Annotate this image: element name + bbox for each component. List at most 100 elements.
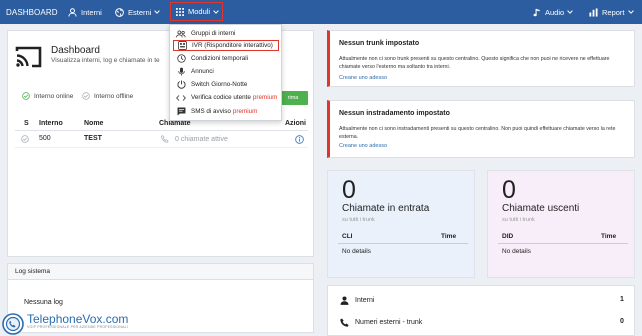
menu-item-label: Annunci bbox=[191, 68, 214, 75]
incoming-calls-sub: su tutti i trunk bbox=[342, 217, 375, 223]
grid-icon bbox=[176, 7, 184, 16]
switch-icon bbox=[176, 80, 186, 89]
nav-moduli[interactable]: Moduli bbox=[170, 2, 223, 21]
create-trunk-link[interactable]: Creane uno adesso bbox=[339, 75, 387, 81]
divider bbox=[498, 243, 628, 244]
divider bbox=[15, 147, 308, 148]
summary-label: Interni bbox=[355, 297, 375, 304]
code-icon bbox=[176, 94, 186, 102]
menu-item-label: Condizioni temporali bbox=[191, 55, 249, 62]
menu-item-annunci[interactable]: Annunci bbox=[173, 66, 279, 77]
top-navbar: DASHBOARD Interni Esterni Moduli Audio R… bbox=[0, 0, 642, 24]
menu-item-label: IVR (Risponditore interattivo) bbox=[192, 42, 273, 49]
group-icon bbox=[176, 29, 186, 38]
divider bbox=[15, 130, 308, 131]
menu-item-label: Gruppi di interni bbox=[191, 30, 236, 37]
col-header-nome: Nome bbox=[84, 120, 104, 127]
menu-item-verifica-codice-utente[interactable]: Verifica codice utente premium bbox=[173, 92, 279, 103]
nav-esterni[interactable]: Esterni bbox=[115, 0, 161, 24]
no-details-text: No details bbox=[502, 248, 531, 255]
cell-nome: TEST bbox=[84, 135, 102, 142]
watermark-tagline: VOIP PROFESSIONALE PER AZIENDE PROFESSIO… bbox=[27, 325, 128, 329]
nav-report[interactable]: Report bbox=[589, 0, 634, 24]
microphone-icon bbox=[176, 67, 186, 76]
col-header-status: S bbox=[24, 120, 29, 127]
legend-offline: Interno offline bbox=[82, 92, 133, 100]
page-subtitle: Visualizza interni, log e chiamate in te bbox=[51, 57, 160, 64]
menu-item-label: SMS di avviso bbox=[191, 108, 231, 115]
telephonevox-logo-icon bbox=[2, 313, 24, 336]
incoming-calls-count: 0 bbox=[342, 176, 356, 204]
clock-icon bbox=[176, 54, 186, 63]
moduli-dropdown-menu: Gruppi di interni IVR (Risponditore inte… bbox=[169, 24, 282, 121]
outgoing-calls-sub: su tutti i trunk bbox=[502, 217, 535, 223]
legend-offline-label: Interno offline bbox=[94, 92, 134, 100]
status-offline-icon bbox=[21, 135, 29, 143]
ivr-icon bbox=[177, 41, 187, 50]
incoming-calls-card: 0 Chiamate in entrata su tutti i trunk C… bbox=[327, 170, 475, 278]
col-header-time: Time bbox=[601, 233, 617, 240]
summary-row-trunk: Numeri esterni - trunk bbox=[340, 318, 422, 327]
globe-icon bbox=[115, 7, 124, 17]
bar-chart-icon bbox=[589, 7, 598, 17]
menu-item-label: Switch Giorno-Notte bbox=[191, 81, 248, 88]
col-header-did: DID bbox=[502, 233, 514, 240]
outgoing-calls-label: Chiamate uscenti bbox=[502, 203, 580, 214]
col-header-azioni: Azioni bbox=[285, 120, 306, 127]
outgoing-calls-count: 0 bbox=[502, 176, 516, 204]
col-header-time: Time bbox=[441, 233, 457, 240]
summary-row-interni: Interni bbox=[340, 296, 374, 305]
brand-dashboard-link[interactable]: DASHBOARD bbox=[6, 0, 58, 24]
alert-title: Nessun trunk impostato bbox=[339, 40, 420, 47]
create-routing-link[interactable]: Creane uno adesso bbox=[339, 143, 387, 149]
summary-value: 0 bbox=[620, 318, 624, 325]
col-header-interno: Interno bbox=[39, 120, 63, 127]
nav-interni-label: Interni bbox=[81, 7, 102, 17]
nav-report-label: Report bbox=[602, 7, 625, 17]
user-icon bbox=[68, 7, 77, 17]
menu-item-gruppi-interni[interactable]: Gruppi di interni bbox=[173, 28, 279, 39]
watermark-title: TelephoneVox.com bbox=[27, 312, 129, 326]
green-action-button[interactable]: rima bbox=[278, 91, 308, 105]
menu-item-condizioni-temporali[interactable]: Condizioni temporali bbox=[173, 53, 279, 64]
menu-item-ivr[interactable]: IVR (Risponditore interattivo) bbox=[173, 40, 279, 51]
nav-audio[interactable]: Audio bbox=[533, 0, 573, 24]
page-title: Dashboard bbox=[51, 45, 100, 56]
legend-online-label: Interno online bbox=[34, 92, 74, 100]
cast-icon bbox=[15, 45, 42, 71]
alert-title: Nessun instradamento impostato bbox=[339, 110, 450, 117]
legend-online: Interno online bbox=[22, 92, 73, 100]
info-icon[interactable] bbox=[295, 135, 304, 144]
premium-badge: premium bbox=[252, 94, 278, 101]
check-circle-icon bbox=[22, 92, 30, 100]
chevron-down-icon bbox=[627, 10, 634, 14]
incoming-calls-label: Chiamate in entrata bbox=[342, 203, 430, 214]
no-details-text: No details bbox=[342, 248, 371, 255]
log-title: Log sistema bbox=[8, 264, 313, 280]
sms-icon bbox=[176, 107, 186, 116]
cell-interno: 500 bbox=[39, 135, 51, 142]
nav-esterni-label: Esterni bbox=[128, 7, 152, 17]
summary-panel: Interni 1 Numeri esterni - trunk 0 bbox=[327, 285, 635, 336]
menu-item-sms-di-avviso[interactable]: SMS di avviso premium bbox=[173, 106, 279, 117]
chevron-down-icon bbox=[213, 9, 219, 14]
user-icon bbox=[340, 296, 349, 305]
log-empty-text: Nessuna log bbox=[24, 299, 63, 306]
music-note-icon bbox=[533, 8, 541, 17]
phone-icon bbox=[161, 135, 169, 143]
outgoing-calls-card: 0 Chiamate uscenti su tutti i trunk DID … bbox=[487, 170, 635, 278]
phone-icon bbox=[340, 318, 349, 327]
nav-interni[interactable]: Interni bbox=[68, 0, 102, 24]
nav-moduli-label: Moduli bbox=[188, 7, 211, 16]
alert-no-trunk: Nessun trunk impostato Attualmente non c… bbox=[327, 30, 635, 87]
premium-badge: premium bbox=[232, 108, 258, 115]
cell-chiamate: 0 chiamate attive bbox=[161, 135, 228, 143]
alert-text: Attualmente non ci sono trunk presenti s… bbox=[339, 56, 610, 70]
chevron-down-icon bbox=[154, 10, 161, 14]
telephonevox-watermark: TelephoneVox.com VOIP PROFESSIONALE PER … bbox=[2, 313, 128, 336]
menu-item-label: Verifica codice utente bbox=[191, 94, 251, 101]
check-circle-icon bbox=[82, 92, 90, 100]
divider bbox=[338, 243, 468, 244]
menu-item-switch-giorno-notte[interactable]: Switch Giorno-Notte bbox=[173, 79, 279, 90]
summary-value: 1 bbox=[620, 296, 624, 303]
